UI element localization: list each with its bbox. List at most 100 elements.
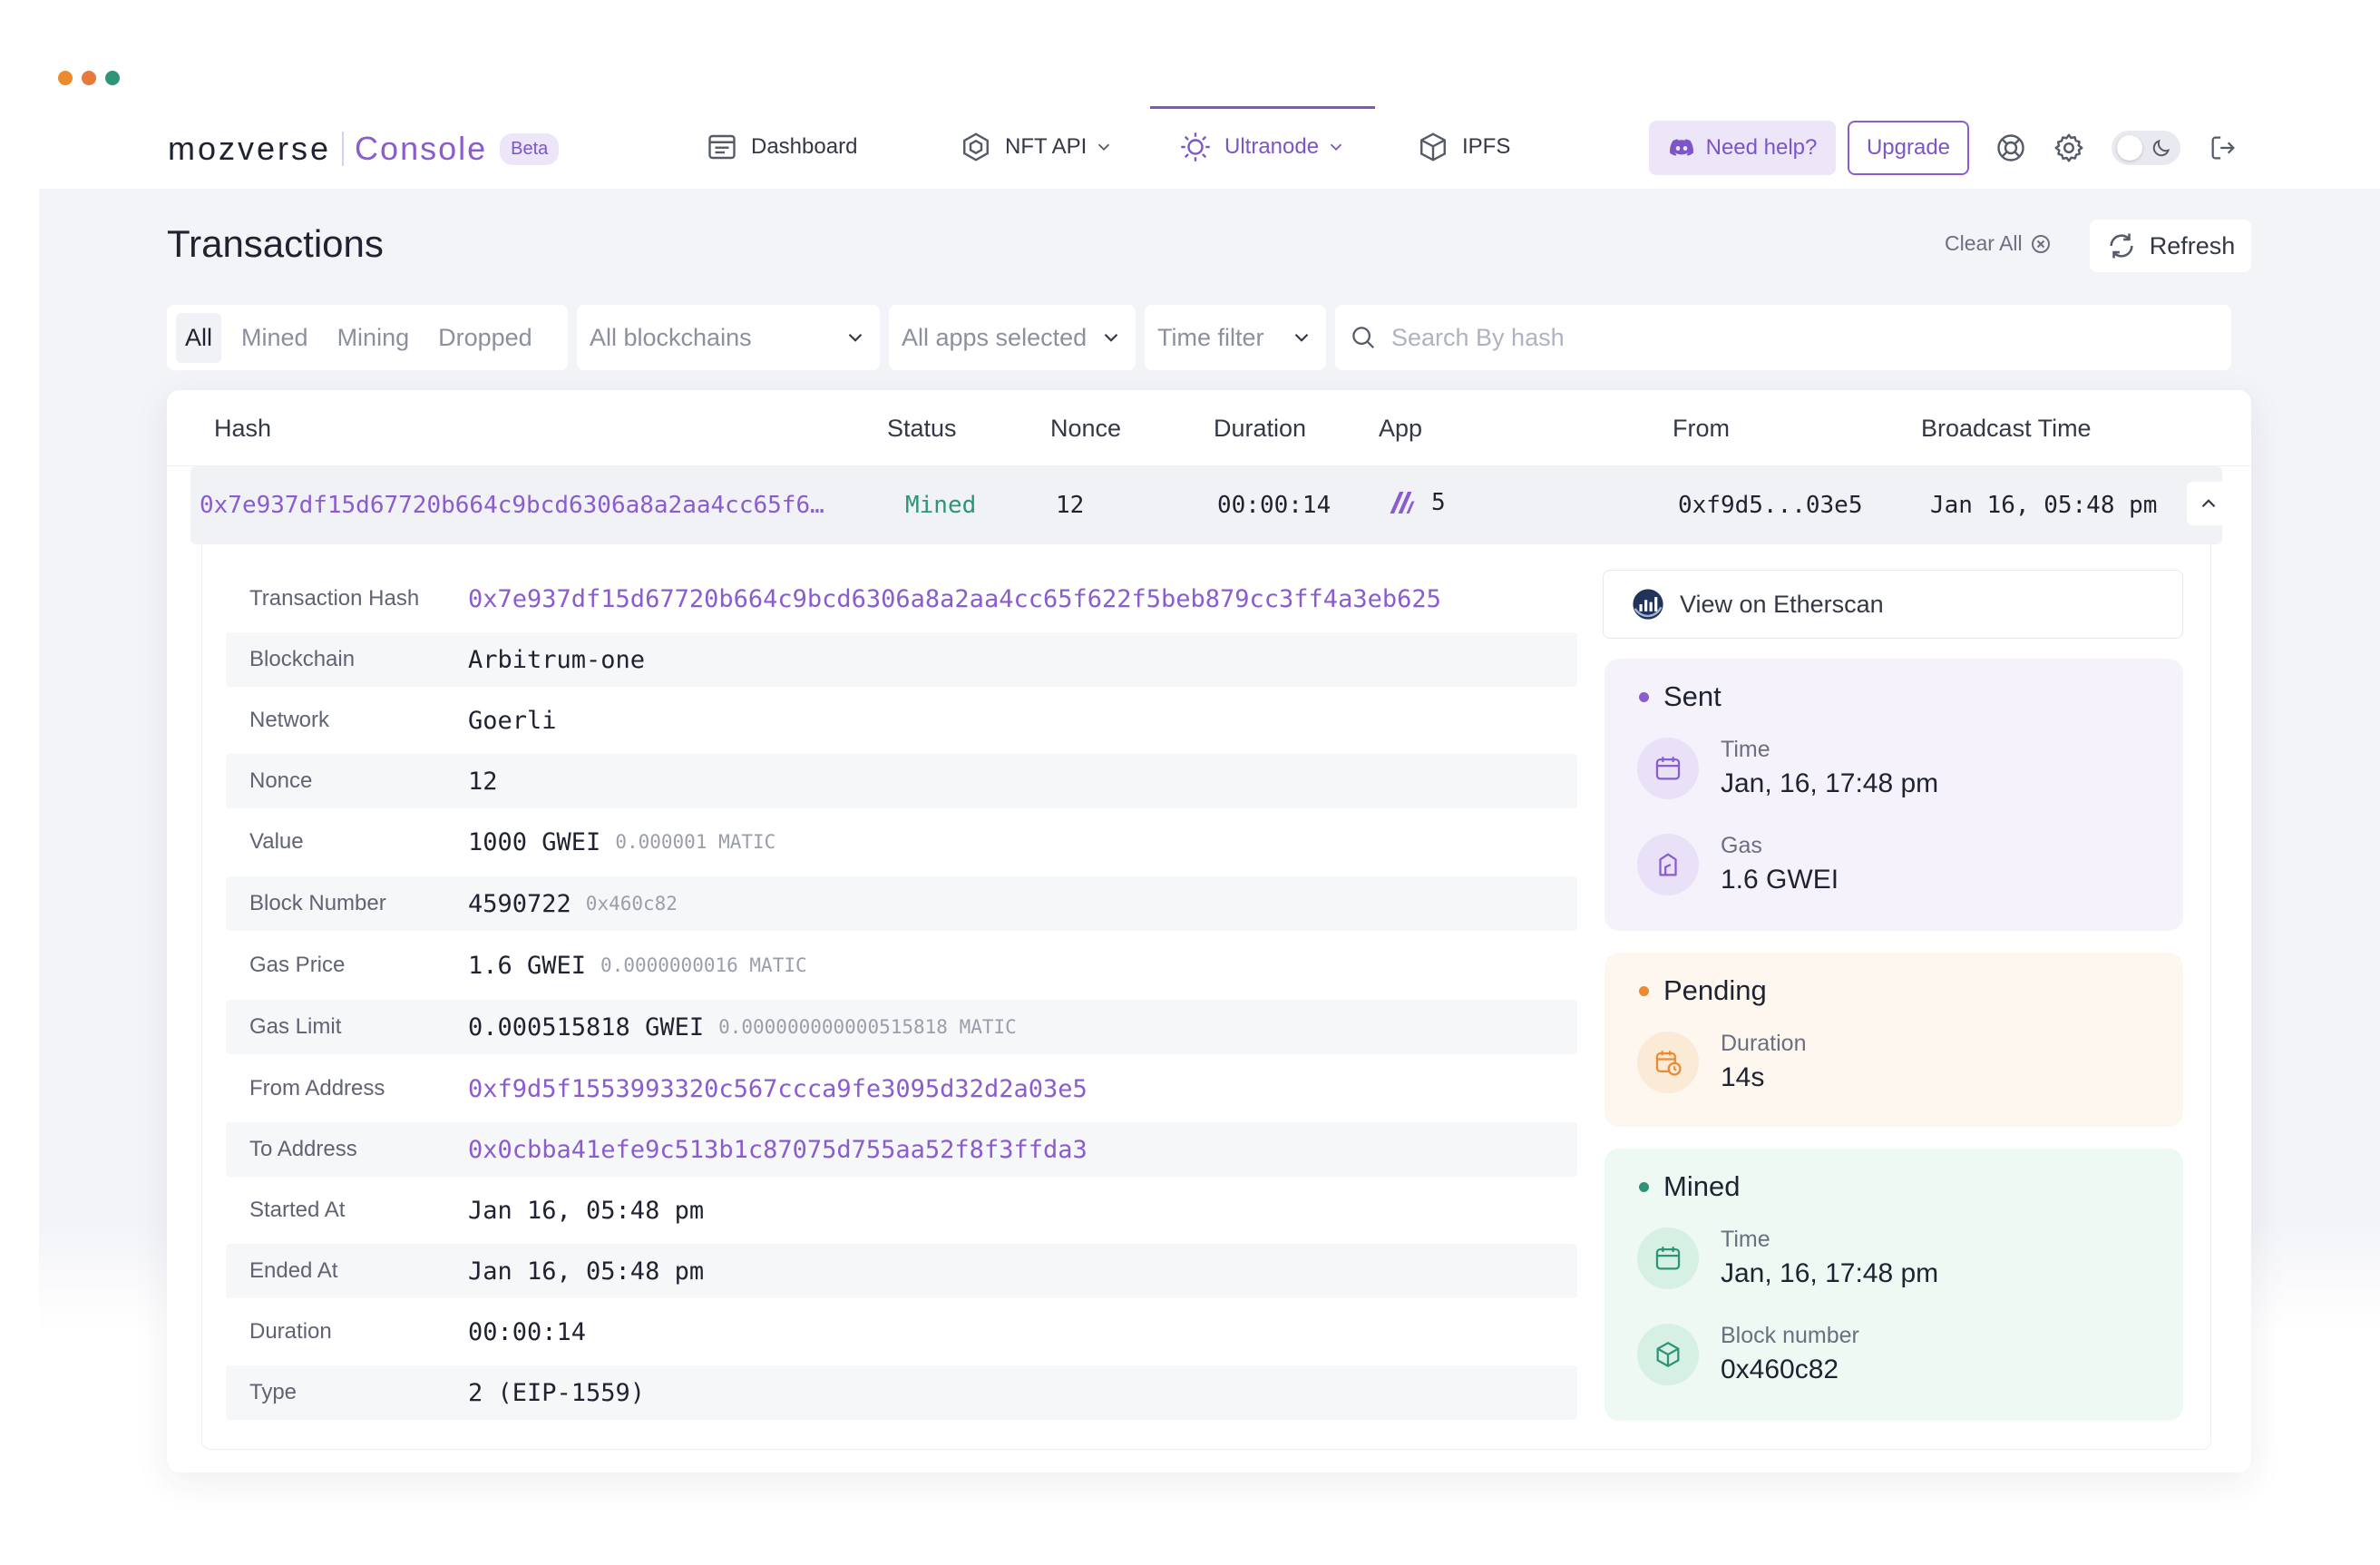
refresh-icon bbox=[2110, 233, 2133, 259]
chevron-down-icon bbox=[1104, 333, 1118, 342]
detail-row-ended-at: Ended At Jan 16, 05:48 pm bbox=[226, 1244, 1577, 1298]
sent-title: Sent bbox=[1639, 680, 1722, 713]
refresh-label: Refresh bbox=[2149, 231, 2236, 259]
logout-button[interactable] bbox=[2204, 129, 2242, 167]
mined-block: Block number 0x460c82 bbox=[1637, 1323, 1859, 1385]
detail-label: Transaction Hash bbox=[249, 586, 420, 611]
detail-value[interactable]: 0xf9d5f1553993320c567ccca9fe3095d32d2a03… bbox=[468, 1075, 1088, 1103]
theme-toggle[interactable] bbox=[2112, 131, 2180, 165]
pending-duration: Duration 14s bbox=[1637, 1031, 1807, 1093]
tab-all[interactable]: All bbox=[176, 312, 222, 363]
pending-title: Pending bbox=[1639, 974, 1767, 1007]
sent-dot bbox=[1639, 691, 1649, 702]
view-on-etherscan-button[interactable]: View on Etherscan bbox=[1603, 570, 2183, 639]
refresh-button[interactable]: Refresh bbox=[2090, 220, 2251, 272]
transactions-table: Hash Status Nonce Duration App From Broa… bbox=[167, 390, 2251, 1472]
window-dot-teal bbox=[105, 71, 120, 85]
mined-card: Mined Time Jan, 16, 17:48 pm Block numbe… bbox=[1605, 1149, 2183, 1421]
detail-row-type: Type 2 (EIP-1559) bbox=[226, 1365, 1577, 1420]
detail-row-duration: Duration 00:00:14 bbox=[226, 1305, 1577, 1359]
detail-value: 0.000515818 GWEI bbox=[468, 1012, 705, 1042]
pending-duration-label: Duration bbox=[1721, 1031, 1807, 1056]
pending-duration-icon-wrap bbox=[1637, 1031, 1699, 1093]
col-status[interactable]: Status bbox=[887, 415, 957, 443]
sent-time: Time Jan, 16, 17:48 pm bbox=[1637, 737, 1938, 799]
detail-value: Arbitrum-one bbox=[468, 645, 646, 674]
tab-mining[interactable]: Mining bbox=[328, 313, 419, 363]
detail-row-from-address: From Address 0xf9d5f1553993320c567ccca9f… bbox=[226, 1061, 1577, 1116]
detail-row-started-at: Started At Jan 16, 05:48 pm bbox=[226, 1183, 1577, 1237]
mined-title: Mined bbox=[1639, 1170, 1740, 1203]
detail-value: Jan 16, 05:48 pm bbox=[468, 1257, 705, 1286]
detail-value: 00:00:14 bbox=[468, 1317, 587, 1346]
detail-label: Gas Limit bbox=[249, 1014, 342, 1039]
detail-row-nonce: Nonce 12 bbox=[226, 754, 1577, 808]
col-hash[interactable]: Hash bbox=[214, 415, 271, 443]
mined-block-label: Block number bbox=[1721, 1323, 1859, 1348]
support-button[interactable] bbox=[1992, 129, 2030, 167]
col-nonce[interactable]: Nonce bbox=[1050, 415, 1121, 443]
detail-label: Block Number bbox=[249, 891, 386, 915]
tab-dropped[interactable]: Dropped bbox=[429, 313, 541, 363]
sent-time-text: Time Jan, 16, 17:48 pm bbox=[1721, 737, 1938, 799]
nav-ipfs-label: IPFS bbox=[1462, 134, 1511, 159]
toggle-knob bbox=[2117, 135, 2142, 161]
detail-subvalue: 0.0000000016 MATIC bbox=[600, 954, 807, 976]
clear-all-button[interactable]: Clear All bbox=[1945, 231, 2052, 256]
apps-select[interactable]: All apps selected bbox=[889, 305, 1136, 370]
detail-row-transaction-hash: Transaction Hash 0x7e937df15d67720b664c9… bbox=[226, 572, 1577, 626]
product-name: Console bbox=[355, 130, 488, 167]
table-row[interactable]: 0x7e937df15d67720b664c9bcd6306a8a2aa4cc6… bbox=[190, 466, 2230, 544]
col-duration[interactable]: Duration bbox=[1214, 415, 1306, 443]
detail-value[interactable]: 0x0cbba41efe9c513b1c87075d755aa52f8f3ffd… bbox=[468, 1136, 1088, 1164]
dashboard-icon bbox=[708, 134, 736, 160]
nav-ultranode[interactable]: Ultranode bbox=[1179, 129, 1346, 165]
detail-row-gas-price: Gas Price 1.6 GWEI 0.0000000016 MATIC bbox=[226, 938, 1577, 993]
detail-subvalue: 0x460c82 bbox=[585, 893, 678, 915]
nav-dashboard[interactable]: Dashboard bbox=[706, 129, 857, 165]
nav-ipfs[interactable]: IPFS bbox=[1417, 129, 1510, 165]
app-logo-icon bbox=[1390, 492, 1415, 514]
mined-block-value: 0x460c82 bbox=[1721, 1355, 1839, 1384]
pending-card: Pending Duration 14s bbox=[1605, 953, 2183, 1127]
chevron-up-icon bbox=[2201, 499, 2216, 508]
sent-gas-icon-wrap bbox=[1637, 833, 1699, 895]
mined-time-value: Jan, 16, 17:48 pm bbox=[1721, 1258, 1939, 1288]
mined-time-text: Time Jan, 16, 17:48 pm bbox=[1721, 1227, 1938, 1289]
col-app[interactable]: App bbox=[1379, 415, 1422, 443]
detail-label: Value bbox=[249, 829, 304, 854]
need-help-button[interactable]: Need help? bbox=[1649, 121, 1836, 175]
detail-label: Started At bbox=[249, 1198, 346, 1222]
upgrade-button[interactable]: Upgrade bbox=[1848, 121, 1969, 175]
hexagon-icon bbox=[963, 132, 989, 161]
row-status: Mined bbox=[905, 492, 977, 519]
detail-row-network: Network Goerli bbox=[226, 693, 1577, 748]
time-filter-select[interactable]: Time filter bbox=[1145, 305, 1326, 370]
sent-gas-value: 1.6 GWEI bbox=[1721, 865, 1839, 895]
detail-label: Gas Price bbox=[249, 953, 346, 977]
blockchain-select[interactable]: All blockchains bbox=[577, 305, 880, 370]
col-from[interactable]: From bbox=[1673, 415, 1730, 443]
logo[interactable]: mozverse Console Beta bbox=[168, 130, 560, 168]
detail-label: From Address bbox=[249, 1076, 385, 1100]
detail-value: Jan 16, 05:48 pm bbox=[468, 1196, 705, 1225]
nav-dashboard-label: Dashboard bbox=[751, 134, 858, 159]
sent-time-icon-wrap bbox=[1637, 737, 1699, 799]
etherscan-icon bbox=[1633, 589, 1663, 620]
detail-label: Type bbox=[249, 1380, 298, 1404]
detail-value[interactable]: 0x7e937df15d67720b664c9bcd6306a8a2aa4cc6… bbox=[468, 585, 1441, 613]
search-input[interactable]: Search By hash bbox=[1335, 305, 2231, 370]
nav-nft-api[interactable]: NFT API bbox=[960, 129, 1114, 165]
clear-all-label: Clear All bbox=[1945, 231, 2023, 255]
tab-mined[interactable]: Mined bbox=[232, 313, 317, 363]
gas-icon bbox=[1659, 853, 1677, 875]
nav-nft-api-label: NFT API bbox=[1005, 134, 1088, 159]
collapse-row-button[interactable] bbox=[2187, 482, 2230, 525]
row-hash[interactable]: 0x7e937df15d67720b664c9bcd6306a8a2aa4cc6… bbox=[200, 492, 824, 519]
detail-row-to-address: To Address 0x0cbba41efe9c513b1c87075d755… bbox=[226, 1122, 1577, 1177]
col-broadcast-time[interactable]: Broadcast Time bbox=[1921, 415, 2092, 443]
chevron-down-icon bbox=[1294, 333, 1309, 342]
window-dot-orange-2 bbox=[82, 71, 96, 85]
row-from: 0xf9d5...03e5 bbox=[1678, 492, 1863, 519]
settings-button[interactable] bbox=[2050, 129, 2088, 167]
